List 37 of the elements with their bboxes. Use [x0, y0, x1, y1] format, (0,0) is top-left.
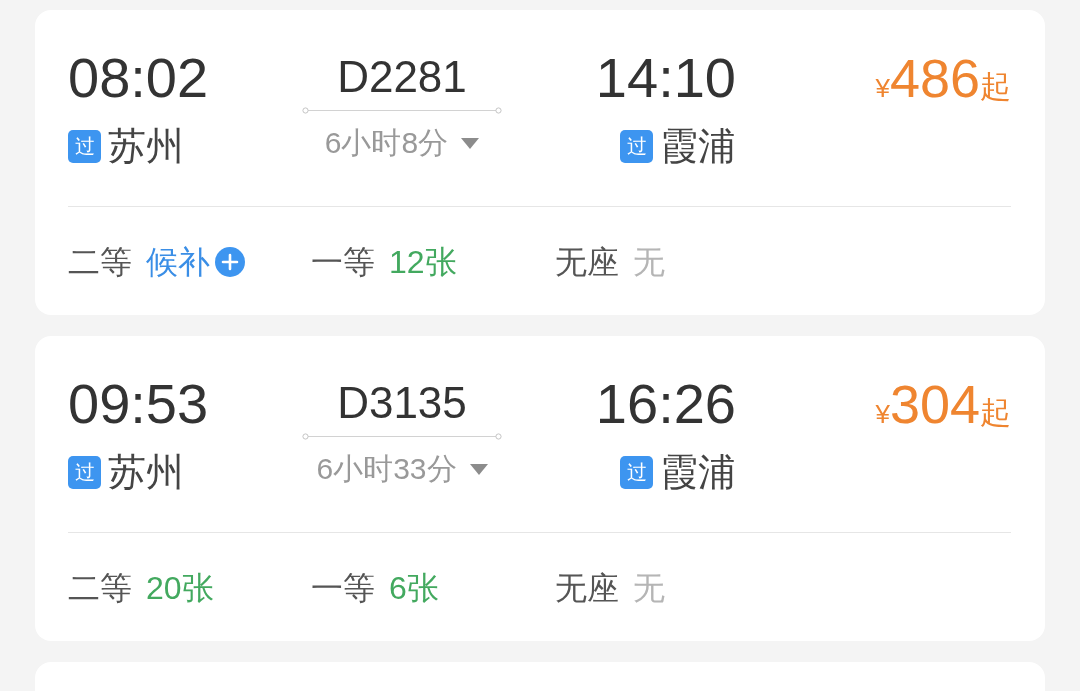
station-name: 苏州: [108, 450, 184, 494]
caret-icon: [469, 463, 488, 475]
transit-badge: 过: [620, 455, 653, 489]
departure-time: 09:53: [68, 374, 209, 434]
seat-class: 无座: [555, 243, 619, 282]
train-number: D3135: [337, 377, 467, 429]
seat-class: 一等: [311, 569, 375, 608]
arrival-time: 14:10: [595, 48, 736, 108]
plus-circle-icon[interactable]: [215, 247, 245, 277]
departure-time: 08:02: [68, 48, 209, 108]
train-card[interactable]: 08:02 D2281 6小时8分 14:10 ¥486起 过 苏州 过 霞浦 二等 候补 一等 12张 无座 无: [35, 10, 1045, 315]
caret-icon: [461, 137, 480, 149]
seat-availability: 20张: [146, 569, 214, 608]
duration-toggle[interactable]: 6小时33分: [316, 449, 488, 489]
seat-availability: 无: [633, 569, 665, 608]
transit-badge: 过: [68, 455, 101, 489]
route-line-icon: [302, 107, 502, 114]
station-name: 苏州: [108, 124, 184, 168]
seat-availability[interactable]: 候补: [146, 242, 210, 282]
station-name: 霞浦: [660, 124, 736, 168]
arrival-time: 16:26: [595, 374, 736, 434]
seat-availability: 6张: [389, 569, 439, 608]
duration-toggle[interactable]: 6小时8分: [324, 123, 480, 163]
train-number: D2281: [337, 51, 467, 103]
fare-price: ¥486起: [875, 48, 1011, 108]
train-card[interactable]: 09:53 D3135 6小时33分 16:26 ¥304起 过 苏州 过 霞浦 二等 20张 一等 6张 无座 无: [35, 336, 1045, 641]
fare-price: ¥304起: [875, 374, 1011, 434]
transit-badge: 过: [620, 129, 653, 163]
seat-availability: 无: [633, 243, 665, 282]
route-line-icon: [302, 433, 502, 440]
seat-class: 无座: [555, 569, 619, 608]
transit-badge: 过: [68, 129, 101, 163]
station-name: 霞浦: [660, 450, 736, 494]
seat-availability: 12张: [389, 243, 457, 282]
seat-class: 二等: [68, 243, 132, 282]
seat-class: 一等: [311, 243, 375, 282]
seat-class: 二等: [68, 569, 132, 608]
